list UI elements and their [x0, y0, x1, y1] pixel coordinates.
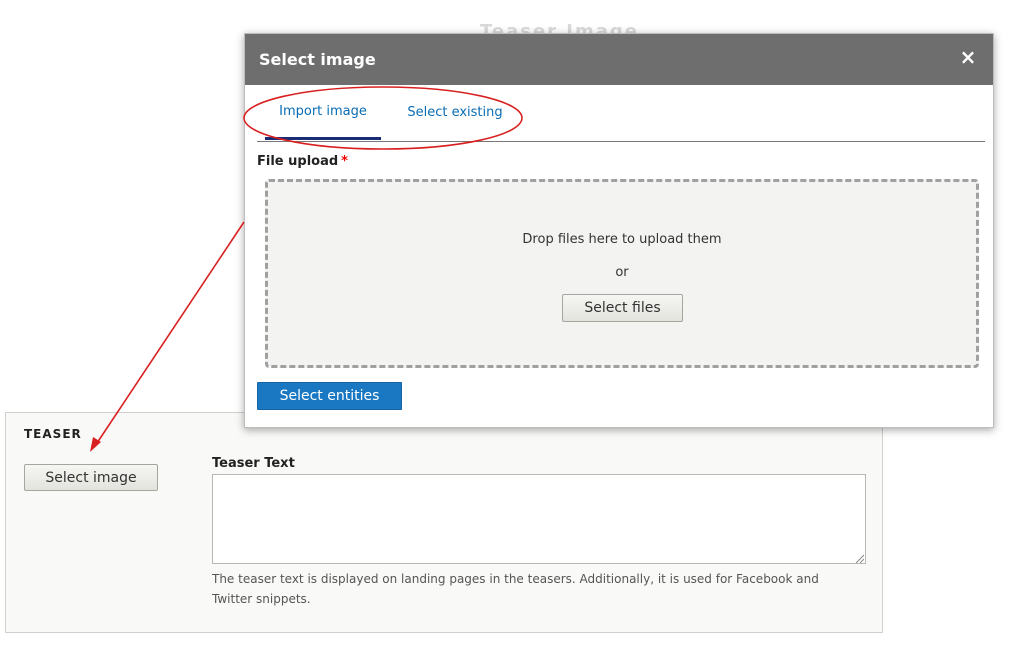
background-page-title: Teaser Image: [480, 21, 639, 34]
file-upload-label-text: File upload: [257, 154, 339, 169]
teaser-text-description: The teaser text is displayed on landing …: [212, 572, 819, 606]
teaser-text-field[interactable]: [212, 474, 866, 564]
dropzone-or: or: [615, 265, 629, 280]
select-image-button[interactable]: Select image: [24, 464, 158, 491]
teaser-heading: TEASER: [24, 427, 82, 441]
resize-grip-icon[interactable]: [854, 553, 864, 563]
tabs-divider: [257, 141, 985, 142]
tab-select-existing[interactable]: Select existing: [393, 85, 517, 140]
dialog-title: Select image: [259, 50, 376, 69]
select-files-button[interactable]: Select files: [562, 294, 683, 322]
close-icon[interactable]: ×: [957, 46, 979, 68]
tab-import-image[interactable]: Import image: [265, 85, 381, 140]
select-image-dialog: Select image × Import image Select exist…: [244, 33, 994, 428]
teaser-panel: TEASER Select image Teaser Text The teas…: [5, 412, 883, 633]
teaser-text-label: Teaser Text: [212, 456, 295, 471]
select-entities-button[interactable]: Select entities: [257, 382, 402, 410]
file-dropzone[interactable]: Drop files here to upload them or Select…: [265, 179, 979, 368]
required-marker: *: [341, 154, 348, 169]
dialog-tabs: Import image Select existing: [257, 85, 985, 142]
file-upload-label: File upload *: [257, 154, 348, 169]
dropzone-instructions: Drop files here to upload them: [522, 232, 722, 247]
dialog-titlebar: Select image ×: [245, 34, 993, 85]
